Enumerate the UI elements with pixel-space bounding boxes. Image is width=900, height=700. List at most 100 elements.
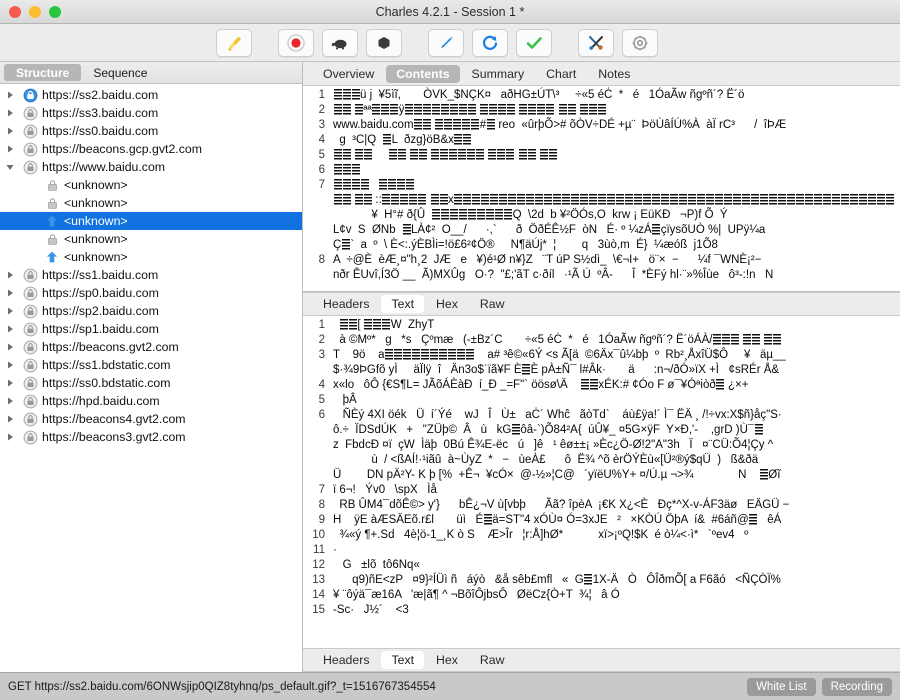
code-line: z FbdcÐ ¤ï çW Ìäþ 0Bú Ê¾E-ëc ú ]ê ¹ êø±±… <box>333 439 774 451</box>
control-char-glyph <box>712 334 721 345</box>
tools-icon <box>586 33 606 53</box>
subtab-raw-response[interactable]: Raw <box>470 651 515 669</box>
tree-row[interactable]: https://ss2.baidu.com <box>0 86 302 104</box>
subtab-headers-request[interactable]: Headers <box>313 295 379 313</box>
tab-notes[interactable]: Notes <box>588 65 640 83</box>
chevron-right-icon[interactable] <box>0 270 20 280</box>
tree-row[interactable]: <unknown> <box>0 248 302 266</box>
lock-icon <box>20 376 40 391</box>
checkmark-icon <box>524 33 544 53</box>
tree-row-label: https://sp0.baidu.com <box>42 286 159 300</box>
tree-row[interactable]: https://sp1.baidu.com <box>0 320 302 338</box>
chevron-right-icon[interactable] <box>0 414 20 424</box>
tab-overview[interactable]: Overview <box>313 65 384 83</box>
code-line: ü j ¥5ìĩ, ÒVK_$NÇK¤ aðHG±ÚT\³ ÷«5 éĊ * é… <box>333 88 900 103</box>
chevron-right-icon[interactable] <box>0 306 20 316</box>
record-icon <box>286 33 306 53</box>
tree-row[interactable]: https://sp2.baidu.com <box>0 302 302 320</box>
tree-row[interactable]: https://ss0.bdstatic.com <box>0 374 302 392</box>
validate-button[interactable] <box>516 28 552 57</box>
clear-session-button[interactable] <box>216 28 252 57</box>
chevron-down-icon[interactable] <box>0 162 20 172</box>
record-button[interactable] <box>278 28 314 57</box>
tree-row[interactable]: https://ss1.bdstatic.com <box>0 356 302 374</box>
control-char-glyph <box>498 104 507 115</box>
tree-row[interactable]: https://ss1.baidu.com <box>0 266 302 284</box>
chevron-right-icon[interactable] <box>0 324 20 334</box>
chevron-right-icon[interactable] <box>0 342 20 352</box>
tree-row[interactable]: <unknown> <box>0 176 302 194</box>
recording-button[interactable]: Recording <box>821 677 892 696</box>
tab-structure[interactable]: Structure <box>4 64 82 81</box>
control-char-glyph <box>462 119 471 130</box>
chevron-right-icon[interactable] <box>0 90 20 100</box>
tree-row[interactable]: <unknown> <box>0 194 302 212</box>
tools-button[interactable] <box>578 28 614 57</box>
sidebar-segmented-control: Structure Sequence <box>0 62 302 84</box>
tree-row[interactable]: <unknown> <box>0 212 302 230</box>
tree-row-label: <unknown> <box>64 178 128 192</box>
request-content-view[interactable]: 1 2 3 4 5 6 7 8 ü j ¥5ìĩ, ÒVK_$NÇK¤ aðHG±ÚT\³ ÷… <box>303 86 900 291</box>
control-char-glyph <box>787 194 796 205</box>
tab-sequence[interactable]: Sequence <box>81 64 159 81</box>
tree-row[interactable]: <unknown> <box>0 230 302 248</box>
throttle-button[interactable] <box>322 28 358 57</box>
status-request-url: GET https://ss2.baidu.com/6ONWsjip0QIZ8t… <box>8 680 436 693</box>
subtab-hex-response[interactable]: Hex <box>426 651 468 669</box>
chevron-right-icon[interactable] <box>0 360 20 370</box>
subtab-headers-response[interactable]: Headers <box>313 651 379 669</box>
line-number <box>303 208 325 223</box>
white-list-button[interactable]: White List <box>747 677 816 696</box>
tree-row[interactable]: https://beacons.gvt2.com <box>0 338 302 356</box>
tree-row[interactable]: https://ss0.baidu.com <box>0 122 302 140</box>
subtab-raw-request[interactable]: Raw <box>470 295 515 313</box>
chevron-right-icon[interactable] <box>0 288 20 298</box>
response-body-text[interactable]: [ W ZhyT à ©Mº* g *s Çºmæ (-±Bz´C ÷«5 éĊ… <box>329 316 900 648</box>
line-number <box>303 268 325 283</box>
tree-row-label: https://ss1.baidu.com <box>42 268 159 282</box>
tree-row[interactable]: https://beacons3.gvt2.com <box>0 428 302 446</box>
subtab-hex-request[interactable]: Hex <box>426 295 468 313</box>
settings-button[interactable] <box>622 28 658 57</box>
session-tree[interactable]: https://ss2.baidu.com https://ss3.baidu.c… <box>0 84 302 672</box>
response-content-view[interactable]: 1 2 3 4 5 6 7 8 9 10 11 12 13 14 15 [ W ZhyT à ©Mº* g … <box>303 316 900 648</box>
control-char-glyph <box>805 194 814 205</box>
tab-contents[interactable]: Contents <box>386 64 460 83</box>
tree-row[interactable]: https://beacons.gcp.gvt2.com <box>0 140 302 158</box>
line-number: 9 <box>318 514 325 526</box>
lock-small-icon <box>42 233 62 246</box>
tree-row[interactable]: https://sp0.baidu.com <box>0 284 302 302</box>
code-line: -Sc· J½´ <3 <box>333 604 409 616</box>
code-line: nðr ÊUvî,Í3Ö __ Ã)MXÛg O·? "£;'ãT c·ðíl … <box>333 269 774 281</box>
chevron-right-icon[interactable] <box>0 396 20 406</box>
request-body-text[interactable]: ü j ¥5ìĩ, ÒVK_$NÇK¤ aðHG±ÚT\³ ÷«5 éĊ * é… <box>329 86 900 291</box>
lock-icon <box>20 322 40 337</box>
code-line: :: x <box>333 193 900 208</box>
repeat-button[interactable] <box>472 28 508 57</box>
chevron-right-icon[interactable] <box>0 126 20 136</box>
tab-chart[interactable]: Chart <box>536 65 586 83</box>
control-char-glyph <box>385 349 394 360</box>
tree-row[interactable]: https://beacons4.gvt2.com <box>0 410 302 428</box>
chevron-right-icon[interactable] <box>0 378 20 388</box>
tree-row-label: <unknown> <box>64 232 128 246</box>
tree-row[interactable]: https://hpd.baidu.com <box>0 392 302 410</box>
subtab-text-request[interactable]: Text <box>381 295 425 313</box>
lock-icon <box>20 304 40 319</box>
control-char-glyph <box>458 149 467 160</box>
upload-arrow-icon <box>42 250 62 264</box>
tree-row[interactable]: https://ss3.baidu.com <box>0 104 302 122</box>
lock-icon <box>20 286 40 301</box>
chevron-right-icon[interactable] <box>0 144 20 154</box>
tree-row[interactable]: https://www.baidu.com <box>0 158 302 176</box>
control-char-glyph <box>412 349 421 360</box>
chevron-right-icon[interactable] <box>0 432 20 442</box>
breakpoint-button[interactable] <box>366 28 402 57</box>
subtab-text-response[interactable]: Text <box>381 651 425 669</box>
control-char-glyph <box>670 194 679 205</box>
chevron-right-icon[interactable] <box>0 108 20 118</box>
tree-row-label: https://ss2.baidu.com <box>42 88 159 102</box>
compose-button[interactable] <box>428 28 464 57</box>
tab-summary[interactable]: Summary <box>462 65 535 83</box>
control-char-glyph <box>448 349 457 360</box>
